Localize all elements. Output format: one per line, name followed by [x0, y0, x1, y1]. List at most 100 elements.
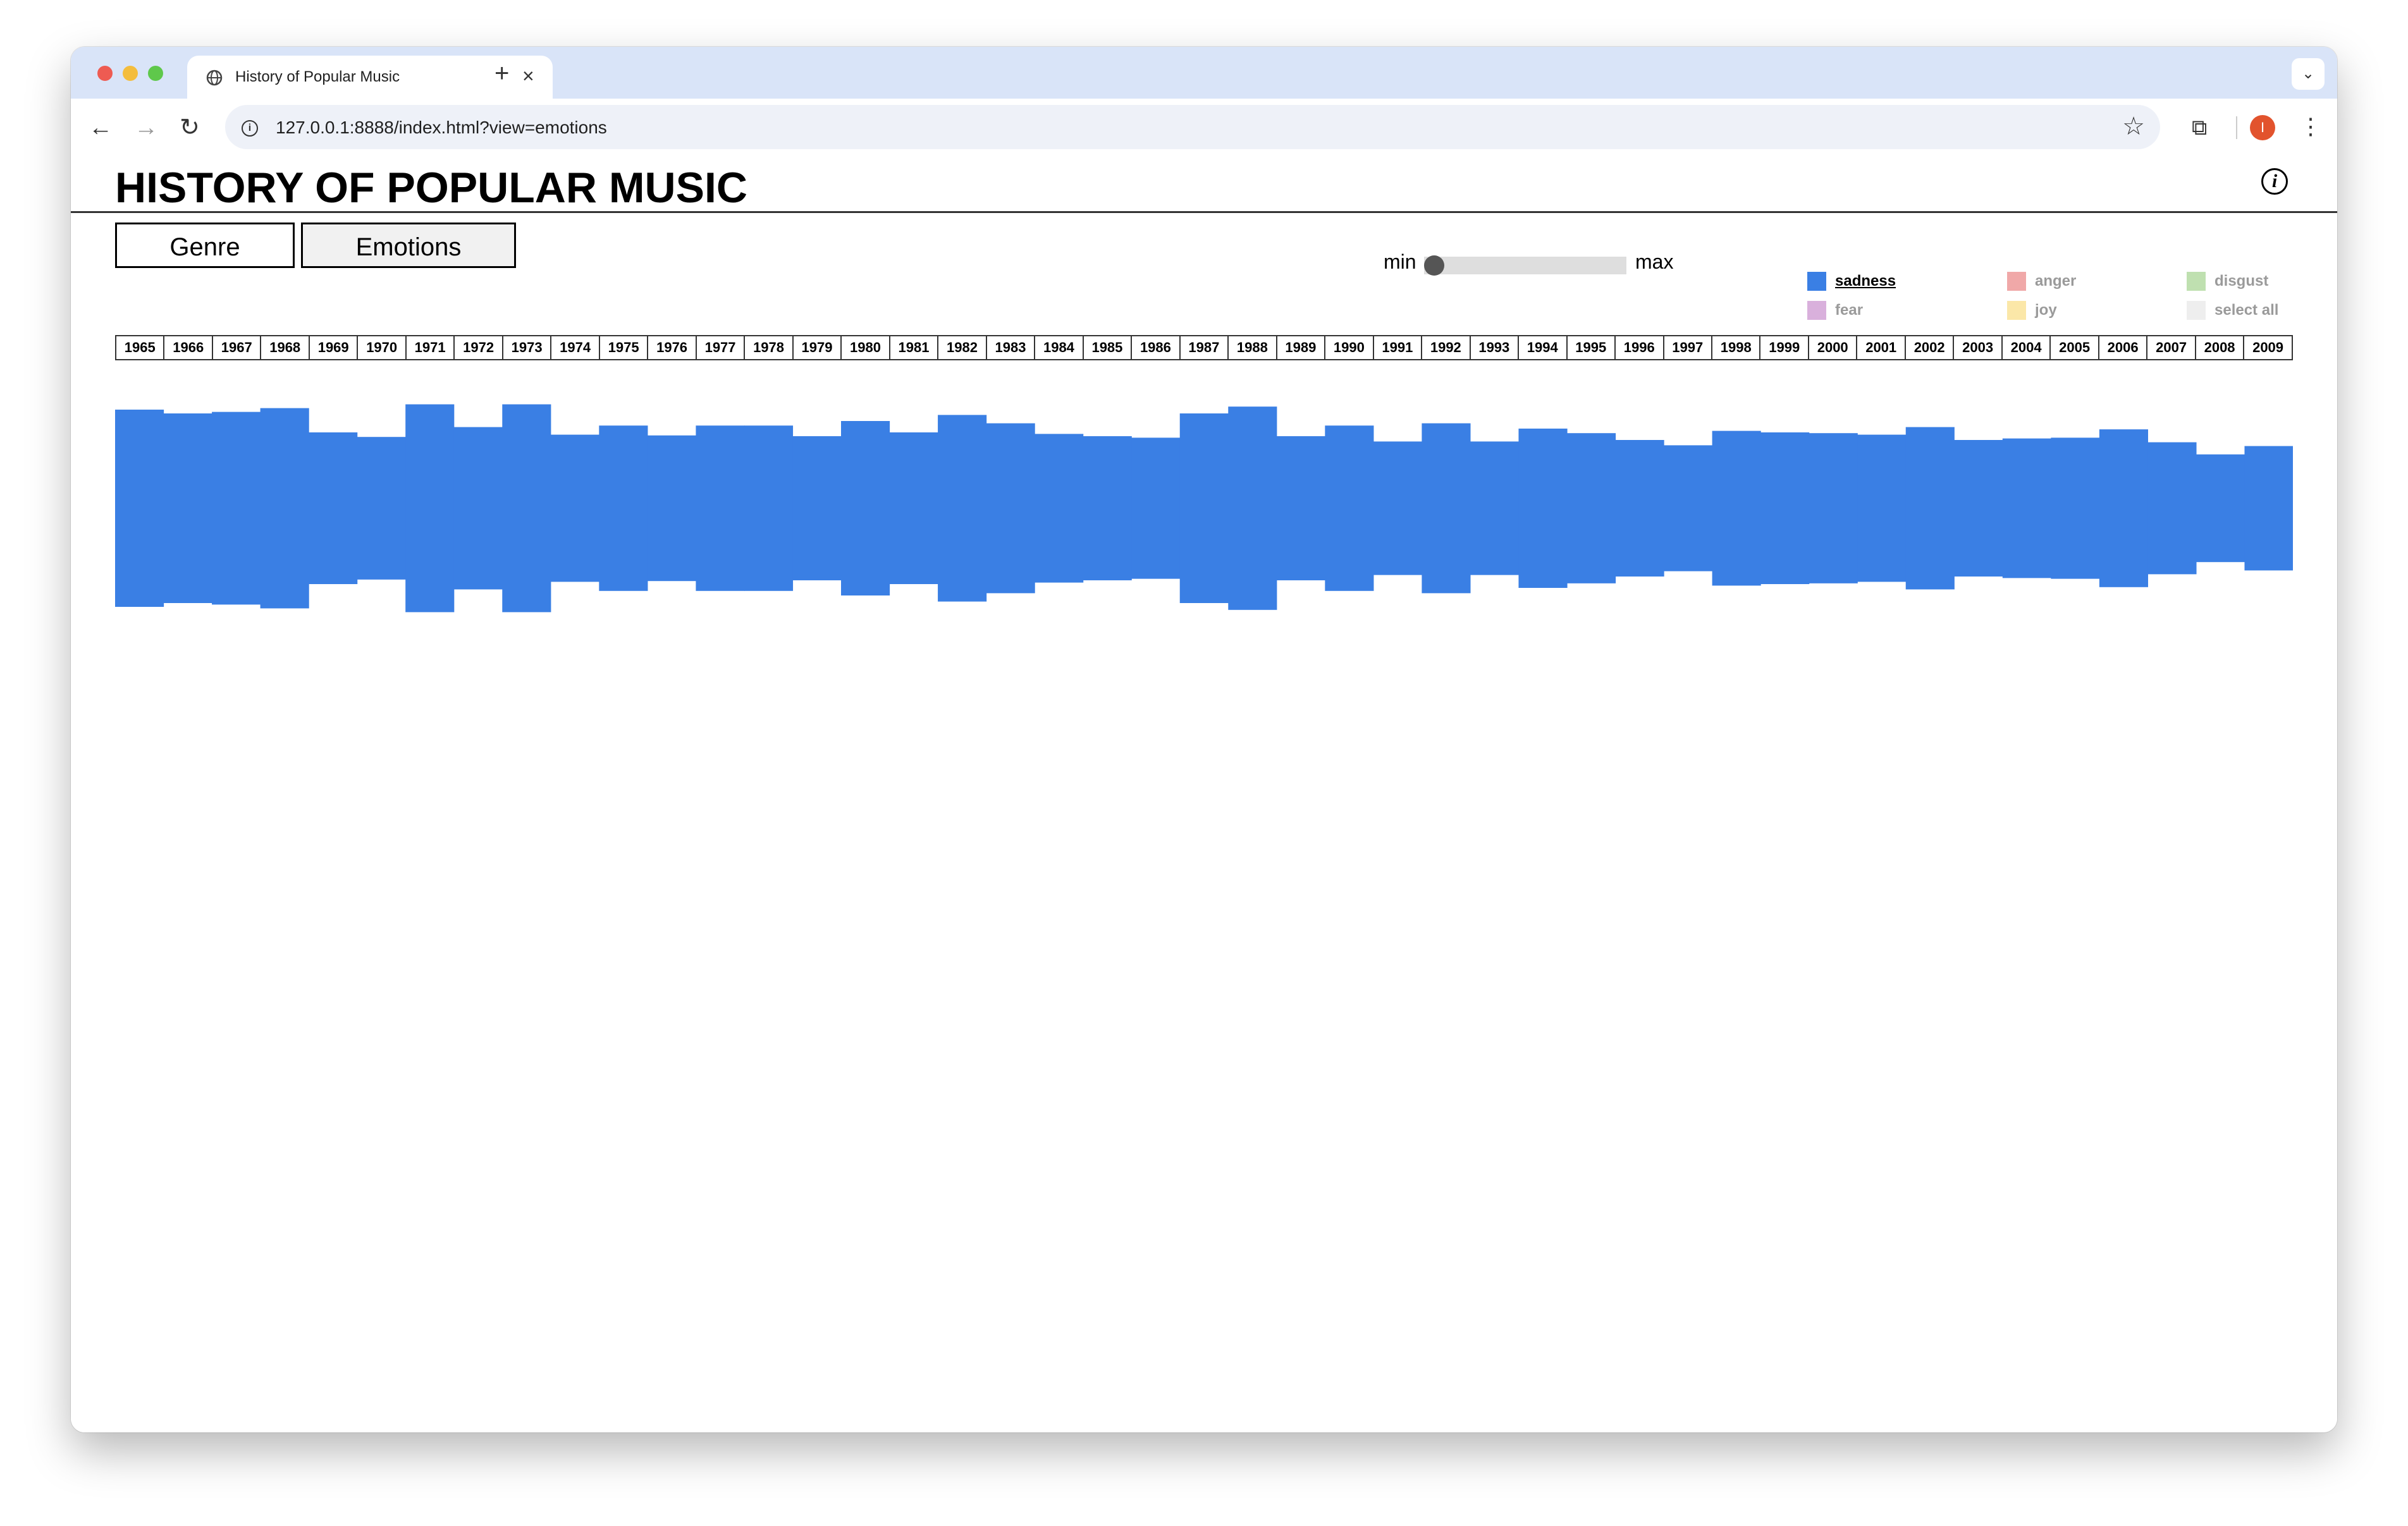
year-label-2000[interactable]: 2000: [1809, 336, 1858, 359]
stream-bar-2004[interactable]: [2002, 438, 2051, 578]
stream-bar-1984[interactable]: [1035, 434, 1084, 583]
stream-bar-1982[interactable]: [938, 415, 987, 602]
year-label-1988[interactable]: 1988: [1229, 336, 1277, 359]
stream-bar-2000[interactable]: [1809, 433, 1858, 583]
stream-bar-1996[interactable]: [1615, 440, 1664, 577]
year-label-1969[interactable]: 1969: [310, 336, 359, 359]
year-label-1965[interactable]: 1965: [116, 336, 165, 359]
stream-bar-1987[interactable]: [1179, 413, 1229, 603]
reload-icon[interactable]: ↻: [180, 114, 200, 142]
stream-bar-2001[interactable]: [1857, 434, 1907, 582]
stream-bar-1967[interactable]: [212, 412, 261, 605]
tab-search-chevron-icon[interactable]: ⌄: [2292, 58, 2325, 90]
year-label-1986[interactable]: 1986: [1132, 336, 1181, 359]
forward-arrow-icon[interactable]: →: [134, 114, 158, 142]
year-label-2004[interactable]: 2004: [2003, 336, 2051, 359]
year-label-1982[interactable]: 1982: [938, 336, 987, 359]
stream-bar-1998[interactable]: [1712, 430, 1761, 586]
year-label-1979[interactable]: 1979: [794, 336, 842, 359]
stream-bar-1971[interactable]: [405, 404, 455, 613]
emotions-button[interactable]: Emotions: [301, 223, 516, 268]
stream-bar-1978[interactable]: [744, 425, 794, 591]
stream-bar-1977[interactable]: [696, 425, 745, 591]
year-label-1980[interactable]: 1980: [842, 336, 890, 359]
stream-bar-1975[interactable]: [599, 425, 648, 591]
site-info-icon[interactable]: i: [242, 120, 258, 137]
year-label-1977[interactable]: 1977: [697, 336, 746, 359]
back-arrow-icon[interactable]: ←: [89, 114, 113, 142]
stream-bar-1968[interactable]: [260, 408, 309, 609]
stream-bar-2003[interactable]: [1954, 440, 2003, 577]
stream-bar-1979[interactable]: [792, 436, 842, 580]
stream-bar-1974[interactable]: [550, 434, 599, 582]
stream-bar-2007[interactable]: [2147, 442, 2197, 575]
year-label-1971[interactable]: 1971: [407, 336, 455, 359]
year-label-1972[interactable]: 1972: [455, 336, 503, 359]
year-label-1968[interactable]: 1968: [261, 336, 310, 359]
year-label-1989[interactable]: 1989: [1277, 336, 1326, 359]
stream-bar-1976[interactable]: [647, 435, 696, 582]
stream-bar-1993[interactable]: [1470, 441, 1520, 575]
year-label-1981[interactable]: 1981: [890, 336, 939, 359]
year-label-1975[interactable]: 1975: [600, 336, 649, 359]
info-icon[interactable]: i: [2261, 168, 2288, 195]
extensions-puzzle-icon[interactable]: ⧉: [2192, 115, 2207, 140]
profile-avatar[interactable]: I: [2250, 115, 2275, 140]
genre-button[interactable]: Genre: [115, 223, 295, 268]
year-label-1984[interactable]: 1984: [1035, 336, 1084, 359]
year-label-2005[interactable]: 2005: [2051, 336, 2099, 359]
year-label-1995[interactable]: 1995: [1568, 336, 1616, 359]
stream-bar-1988[interactable]: [1228, 406, 1277, 610]
year-label-2009[interactable]: 2009: [2244, 336, 2291, 359]
year-label-2003[interactable]: 2003: [1954, 336, 2003, 359]
year-label-1991[interactable]: 1991: [1374, 336, 1423, 359]
more-menu-icon[interactable]: ⋮: [2299, 113, 2322, 140]
stream-bar-1986[interactable]: [1131, 437, 1181, 579]
year-label-1983[interactable]: 1983: [987, 336, 1036, 359]
address-bar[interactable]: i 127.0.0.1:8888/index.html?view=emotion…: [225, 105, 2160, 149]
year-label-1978[interactable]: 1978: [745, 336, 794, 359]
stream-bar-1970[interactable]: [357, 437, 406, 580]
year-label-2001[interactable]: 2001: [1857, 336, 1906, 359]
year-label-1998[interactable]: 1998: [1712, 336, 1761, 359]
stream-bar-2008[interactable]: [2196, 454, 2245, 563]
close-window-button[interactable]: [97, 66, 113, 81]
bookmark-star-icon[interactable]: ☆: [2122, 111, 2145, 142]
stream-bar-1999[interactable]: [1760, 432, 1810, 584]
year-label-1966[interactable]: 1966: [164, 336, 213, 359]
year-label-1973[interactable]: 1973: [503, 336, 552, 359]
year-label-1992[interactable]: 1992: [1422, 336, 1471, 359]
url-text[interactable]: 127.0.0.1:8888/index.html?view=emotions: [276, 118, 607, 138]
year-label-1987[interactable]: 1987: [1181, 336, 1229, 359]
year-label-1974[interactable]: 1974: [551, 336, 600, 359]
stream-bar-1994[interactable]: [1518, 429, 1568, 588]
stream-bar-1997[interactable]: [1664, 445, 1713, 571]
stream-bar-1995[interactable]: [1567, 433, 1616, 583]
year-label-2007[interactable]: 2007: [2147, 336, 2196, 359]
stream-bar-2005[interactable]: [2051, 437, 2100, 579]
maximize-window-button[interactable]: [148, 66, 163, 81]
stream-bar-1969[interactable]: [309, 432, 358, 584]
stream-bar-1981[interactable]: [889, 432, 938, 584]
tab-close-icon[interactable]: ×: [522, 64, 534, 87]
stream-bar-2006[interactable]: [2099, 429, 2148, 587]
stream-bar-1985[interactable]: [1083, 436, 1132, 580]
stream-bar-1990[interactable]: [1325, 425, 1374, 591]
year-label-2002[interactable]: 2002: [1906, 336, 1955, 359]
stream-bar-1965[interactable]: [115, 410, 164, 607]
stream-bar-1973[interactable]: [502, 404, 551, 613]
stream-bar-1989[interactable]: [1276, 436, 1325, 580]
new-tab-icon[interactable]: +: [494, 61, 509, 86]
year-label-2008[interactable]: 2008: [2196, 336, 2245, 359]
year-label-1999[interactable]: 1999: [1760, 336, 1809, 359]
stream-bar-2002[interactable]: [1905, 427, 1955, 590]
year-label-1967[interactable]: 1967: [213, 336, 262, 359]
year-label-1970[interactable]: 1970: [358, 336, 407, 359]
year-label-2006[interactable]: 2006: [2099, 336, 2148, 359]
stream-bar-1966[interactable]: [163, 413, 212, 603]
year-label-1996[interactable]: 1996: [1616, 336, 1664, 359]
year-label-1985[interactable]: 1985: [1084, 336, 1133, 359]
year-label-1976[interactable]: 1976: [648, 336, 697, 359]
year-label-1994[interactable]: 1994: [1519, 336, 1568, 359]
stream-bar-1991[interactable]: [1373, 441, 1422, 575]
